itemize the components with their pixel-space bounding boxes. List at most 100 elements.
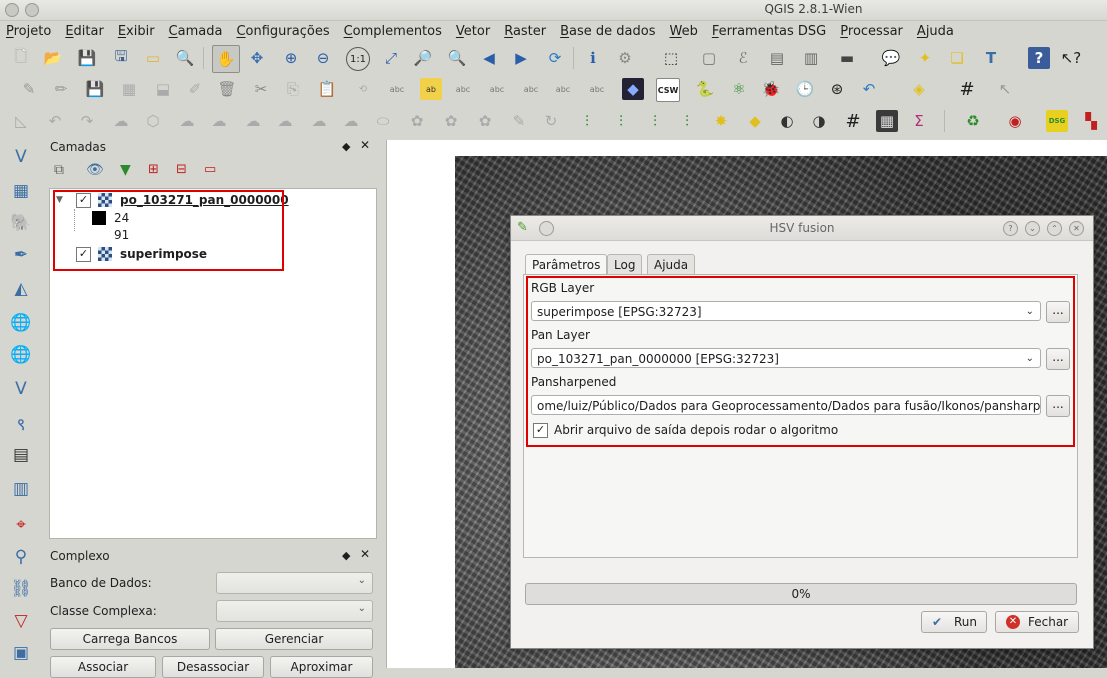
- merge-attributes-icon[interactable]: ✿: [474, 110, 496, 132]
- move-feature-icon[interactable]: ⬓: [152, 78, 174, 100]
- menu-complementos[interactable]: Complementos: [344, 24, 442, 39]
- toggle-editing-icon[interactable]: ✏: [50, 78, 72, 100]
- split-features-icon[interactable]: ⬭: [372, 110, 394, 132]
- grid-icon[interactable]: #: [956, 78, 978, 100]
- remove-layer-icon[interactable]: ▭: [204, 162, 216, 177]
- sum-icon[interactable]: Σ: [908, 110, 930, 132]
- menu-configuracoes[interactable]: Configurações: [236, 24, 329, 39]
- dialog-help-button[interactable]: ?: [1003, 221, 1018, 236]
- plugin-bug-icon[interactable]: 🐞: [760, 78, 782, 100]
- pointer-tool-icon[interactable]: ↖: [994, 78, 1016, 100]
- advanced-edit-icon[interactable]: ◺: [10, 110, 32, 132]
- layers-stack-icon[interactable]: ◈: [908, 78, 930, 100]
- undo-edit-icon[interactable]: ↶: [44, 110, 66, 132]
- coordinate-grid-icon[interactable]: #: [842, 110, 864, 132]
- crosshair-red-icon[interactable]: ⌖: [8, 512, 34, 538]
- add-vector-layer-icon[interactable]: V: [8, 144, 34, 170]
- node-tool-icon[interactable]: ✐: [184, 78, 206, 100]
- redo-edit-icon[interactable]: ↷: [76, 110, 98, 132]
- processing-toolbox-icon[interactable]: ⚛: [728, 78, 750, 100]
- add-vector-icon[interactable]: ✸: [710, 110, 732, 132]
- zoom-in-icon[interactable]: ⊕: [280, 47, 302, 69]
- whats-this-icon[interactable]: ↖?: [1060, 47, 1082, 69]
- save-as-icon[interactable]: 🖫: [110, 47, 132, 69]
- field-calculator-icon[interactable]: ℰ: [732, 47, 754, 69]
- map-tips-icon[interactable]: 💬: [880, 47, 902, 69]
- menu-exibir[interactable]: Exibir: [118, 24, 155, 39]
- attribute-table-icon[interactable]: ▤: [766, 47, 788, 69]
- add-raster-icon[interactable]: ◆: [744, 110, 766, 132]
- reshape-icon[interactable]: ☁: [274, 110, 296, 132]
- offset-curve-icon[interactable]: ☁: [308, 110, 330, 132]
- edge-icon[interactable]: ⛓: [8, 576, 34, 602]
- delete-ring-icon[interactable]: ☁: [208, 110, 230, 132]
- menu-ferramentas-dsg[interactable]: Ferramentas DSG: [712, 24, 826, 39]
- text-annotation-icon[interactable]: T: [980, 47, 1002, 69]
- virtual-layer-icon[interactable]: ▣: [8, 640, 34, 666]
- db-combo[interactable]: ⌄: [216, 572, 373, 594]
- zoom-layer-icon[interactable]: 🔍: [446, 47, 468, 69]
- add-postgis-layer-icon[interactable]: 🐘: [8, 210, 34, 236]
- zoom-native-icon[interactable]: 1:1: [346, 47, 370, 71]
- tab-log[interactable]: Log: [607, 254, 643, 275]
- delete-selected-icon[interactable]: 🗑: [216, 78, 238, 100]
- action-icon[interactable]: ⚙: [614, 47, 636, 69]
- add-feature-icon[interactable]: ▦: [118, 78, 140, 100]
- menu-ajuda[interactable]: Ajuda: [917, 24, 954, 39]
- add-part-icon[interactable]: ⬡: [142, 110, 164, 132]
- add-wms-layer-icon[interactable]: 🌐: [8, 310, 34, 336]
- open-project-icon[interactable]: 📂: [42, 47, 64, 69]
- current-edits-icon[interactable]: ✎: [18, 78, 40, 100]
- add-wfs-layer-icon[interactable]: V: [8, 376, 34, 402]
- rotate-feature-icon[interactable]: ↻: [540, 110, 562, 132]
- close-panel-icon[interactable]: ✕: [360, 547, 370, 561]
- menu-projeto[interactable]: Projeto: [6, 24, 51, 39]
- refresh-icon[interactable]: ⟳: [544, 47, 566, 69]
- menu-vetor[interactable]: Vetor: [456, 24, 490, 39]
- node-graph-icon[interactable]: ⚲: [8, 544, 34, 570]
- menu-camada[interactable]: Camada: [169, 24, 223, 39]
- measure-icon[interactable]: ▬: [836, 47, 858, 69]
- close-button[interactable]: ✕ Fechar: [995, 611, 1079, 633]
- tab-parametros[interactable]: Parâmetros: [525, 254, 608, 276]
- locate-icon[interactable]: ◑: [808, 110, 830, 132]
- local-histogram-icon[interactable]: ⫶: [644, 110, 666, 132]
- deselect-icon[interactable]: ▢: [698, 47, 720, 69]
- pan-icon[interactable]: ✋: [212, 45, 240, 73]
- highlight-labels-icon[interactable]: ab: [420, 78, 442, 100]
- associate-button[interactable]: Associar: [50, 656, 156, 678]
- brightness-icon[interactable]: ⫶: [676, 110, 698, 132]
- statistics-icon[interactable]: ▥: [800, 47, 822, 69]
- help-icon[interactable]: ?: [1028, 47, 1050, 69]
- new-bookmark-icon[interactable]: ✦: [914, 47, 936, 69]
- manage-visibility-icon[interactable]: 👁: [86, 162, 104, 178]
- disassociate-button[interactable]: Desassociar: [162, 656, 264, 678]
- dsg-icon[interactable]: DSG: [1046, 110, 1068, 132]
- collapse-groups-icon[interactable]: ⊟: [176, 162, 187, 177]
- add-raster-layer-icon[interactable]: ▦: [8, 178, 34, 204]
- crosshair-icon[interactable]: ⊛: [826, 78, 848, 100]
- manage-button[interactable]: Gerenciar: [215, 628, 373, 650]
- pin-labels-icon[interactable]: abc: [452, 78, 474, 100]
- expand-groups-icon[interactable]: ⊞: [148, 162, 159, 177]
- show-bookmarks-icon[interactable]: ❏: [946, 47, 968, 69]
- split-parts-icon[interactable]: ✿: [406, 110, 428, 132]
- dialog-close-button[interactable]: ✕: [1069, 221, 1084, 236]
- dialog-minimize-button[interactable]: ⌄: [1025, 221, 1040, 236]
- zoom-full-icon[interactable]: ⤢: [380, 47, 402, 69]
- move-label-icon[interactable]: abc: [520, 78, 542, 100]
- vector-red-icon[interactable]: ▽: [8, 608, 34, 634]
- menu-base-de-dados[interactable]: Base de dados: [560, 24, 655, 39]
- close-panel-icon[interactable]: ✕: [360, 138, 370, 152]
- metasearch-icon[interactable]: ◆: [622, 78, 644, 100]
- time-manager-icon[interactable]: 🕒: [794, 78, 816, 100]
- menu-web[interactable]: Web: [670, 24, 698, 39]
- float-panel-icon[interactable]: ◆: [342, 140, 350, 153]
- expand-all-icon[interactable]: ⧉: [54, 162, 64, 178]
- histogram-icon[interactable]: ⫶: [576, 110, 598, 132]
- save-project-icon[interactable]: 💾: [76, 47, 98, 69]
- filter-legend-icon[interactable]: ▼: [120, 162, 131, 178]
- zoom-to-button[interactable]: Aproximar: [270, 656, 373, 678]
- show-hide-labels-icon[interactable]: abc: [486, 78, 508, 100]
- extra-tool-icon[interactable]: ▚: [1080, 110, 1102, 132]
